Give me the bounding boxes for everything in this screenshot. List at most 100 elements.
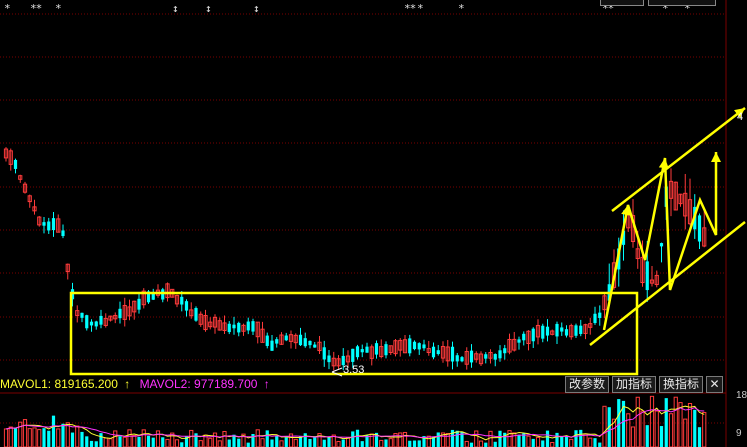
- signal-mark: *: [4, 2, 11, 15]
- candle-body-down: [384, 344, 388, 356]
- candle-body-down: [180, 296, 184, 305]
- volume-bar-up: [588, 437, 593, 447]
- volume-bar-up: [445, 433, 450, 447]
- volume-bar-up: [388, 438, 393, 447]
- volume-bar-down: [436, 432, 440, 447]
- volume-bar-down: [70, 432, 75, 447]
- close-icon[interactable]: ✕: [706, 376, 723, 393]
- volume-bar-up: [654, 410, 659, 447]
- switch-indicator-button[interactable]: 换指标: [659, 376, 703, 393]
- candle-body-down: [422, 344, 426, 349]
- signal-mark: *: [417, 2, 424, 15]
- candle-body-down: [265, 335, 269, 346]
- mavol2-line: [5, 407, 705, 439]
- volume-bar-down: [493, 441, 497, 447]
- volume-bar-down: [469, 442, 474, 447]
- candle-body-down: [355, 346, 360, 358]
- volume-bar-up: [402, 431, 408, 447]
- candle-body-down: [118, 308, 122, 319]
- volume-bar-down: [645, 425, 649, 447]
- volume-bar-down: [355, 429, 360, 447]
- volume-bar-down: [541, 440, 545, 447]
- candle-body-down: [351, 348, 355, 362]
- volume-bar-down: [327, 437, 331, 447]
- candle-body-down: [564, 329, 569, 336]
- add-indicator-button[interactable]: 加指标: [612, 376, 656, 393]
- volume-bar-down: [351, 431, 355, 447]
- volume-bar-up: [673, 396, 678, 447]
- candle-body-down: [460, 357, 464, 362]
- volume-bar-up: [398, 432, 403, 447]
- top-tab-left[interactable]: [600, 0, 644, 6]
- top-tab-right[interactable]: [648, 0, 716, 6]
- candle-body-down: [194, 308, 198, 321]
- volume-bar-down: [303, 433, 307, 447]
- volume-bar-up: [3, 428, 9, 447]
- candle-body-down: [579, 325, 583, 334]
- candle-body-down: [298, 334, 303, 346]
- candle-body-down: [436, 350, 440, 355]
- volume-bar-down: [161, 437, 165, 447]
- candle-body-down: [469, 350, 474, 363]
- signal-marks-row: * ** * ↕ ↕ ↕ ** * * ** * *: [0, 2, 691, 16]
- candle-body-down: [94, 321, 98, 327]
- candle-body-down: [51, 218, 56, 231]
- volume-bar-down: [417, 440, 421, 447]
- volume-bar-down: [194, 433, 198, 447]
- volume-bar-down: [664, 398, 668, 447]
- candle-body-down: [374, 343, 379, 355]
- volume-bar-up: [103, 437, 108, 447]
- volume-bar-up: [174, 439, 180, 447]
- volume-bar-down: [270, 439, 274, 447]
- candle-body-down: [246, 321, 250, 331]
- volume-bar-down: [579, 429, 583, 447]
- candle-body-down: [327, 355, 331, 363]
- volume-bar-up: [649, 395, 655, 447]
- volume-bar-down: [237, 438, 241, 447]
- volume-bar-up: [279, 440, 284, 447]
- volume-bar-up: [474, 430, 479, 447]
- modify-params-button[interactable]: 改参数: [565, 376, 609, 393]
- candle-body-down: [161, 289, 165, 300]
- volume-bar-down: [659, 426, 664, 447]
- volume-bar-up: [678, 402, 683, 447]
- volume-bar-up: [75, 425, 80, 447]
- volume-axis-label-top: 18: [736, 390, 747, 401]
- volume-bar-down: [617, 399, 621, 447]
- volume-bar-up: [141, 429, 146, 447]
- volume-bar-down: [146, 435, 151, 447]
- candle-body-down: [61, 230, 65, 237]
- volume-bar-down: [564, 435, 569, 447]
- volume-bar-up: [122, 436, 127, 447]
- pattern-annotations: [69, 107, 746, 377]
- volume-bar-up: [683, 418, 688, 447]
- volume-bar-down: [180, 442, 184, 447]
- candle-body-down: [560, 327, 564, 332]
- volume-bar-down: [251, 433, 255, 447]
- volume-bar-up: [155, 430, 161, 447]
- volume-bar-down: [51, 415, 56, 447]
- candle-body-down: [322, 347, 326, 360]
- volume-bar-down: [275, 435, 279, 447]
- signal-mark: ↕: [172, 2, 179, 15]
- candle-body-down: [412, 341, 417, 350]
- candle-body-down: [645, 261, 649, 291]
- volume-bar-up: [32, 427, 37, 447]
- volume-bar-up: [464, 440, 469, 447]
- volume-bar-up: [668, 413, 674, 447]
- volume-bar-down: [322, 439, 326, 447]
- volume-bar-down: [89, 440, 94, 447]
- volume-bar-up: [635, 396, 640, 447]
- volume-bar-up: [512, 432, 517, 447]
- candle-body-down: [417, 343, 421, 350]
- candle-body-down: [555, 323, 559, 337]
- arrowhead-icon: [710, 152, 721, 163]
- candle-body-down: [541, 325, 545, 339]
- volume-bar-up: [687, 402, 693, 447]
- volume-bar-up: [336, 441, 341, 447]
- candle-body-down: [503, 348, 507, 354]
- volume-bar-down: [455, 430, 459, 447]
- volume-bar-up: [550, 441, 555, 447]
- candle-body-down: [431, 346, 436, 358]
- signal-mark: **: [404, 2, 416, 15]
